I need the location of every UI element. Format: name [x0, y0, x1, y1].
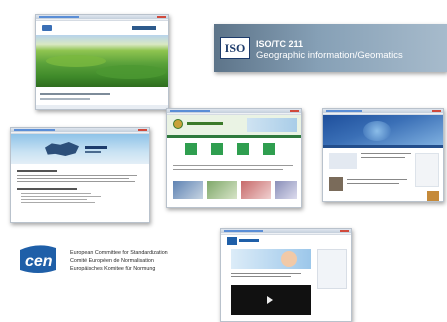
- hero-banner: [323, 115, 443, 145]
- iso-tc211-banner: ISO ISO/TC 211 Geographic information/Ge…: [214, 24, 447, 72]
- site-header: [167, 115, 301, 135]
- photo-strip: [173, 181, 203, 199]
- emblem-icon: [173, 119, 183, 129]
- video-player[interactable]: [231, 285, 311, 315]
- site-header: [36, 21, 168, 35]
- cen-line-german: Europäisches Komitee für Normung: [70, 266, 156, 272]
- hero-banner: [231, 249, 311, 269]
- screenshot-belarus[interactable]: [166, 108, 302, 208]
- browser-bar: [167, 109, 301, 113]
- browser-bar: [323, 109, 443, 113]
- screenshot-cen-portal[interactable]: [220, 228, 352, 322]
- map-outline: [45, 142, 79, 156]
- screenshot-inspire[interactable]: [35, 14, 169, 110]
- screenshot-kazakhstan[interactable]: [10, 127, 150, 223]
- cen-logo: cen European Committee for Standardizati…: [18, 240, 218, 280]
- cen-line-french: Comité Européen de Normalisation: [70, 258, 154, 264]
- screenshot-blue-portal[interactable]: [322, 108, 444, 202]
- browser-bar: [221, 229, 351, 233]
- iso-subtitle: Geographic information/Geomatics: [256, 50, 403, 61]
- cen-mark-text: cen: [25, 253, 53, 270]
- hero-banner: [11, 134, 149, 164]
- cen-line-english: European Committee for Standardization: [70, 250, 168, 256]
- iso-logo: ISO: [220, 37, 250, 59]
- browser-bar: [11, 128, 149, 132]
- play-icon[interactable]: [267, 296, 273, 304]
- browser-bar: [36, 15, 168, 19]
- iso-title: ISO/TC 211: [256, 39, 304, 49]
- hero-image: [36, 35, 168, 87]
- tile-row: [185, 143, 285, 157]
- site-header: [221, 235, 351, 247]
- cen-mark-icon: cen: [20, 245, 56, 273]
